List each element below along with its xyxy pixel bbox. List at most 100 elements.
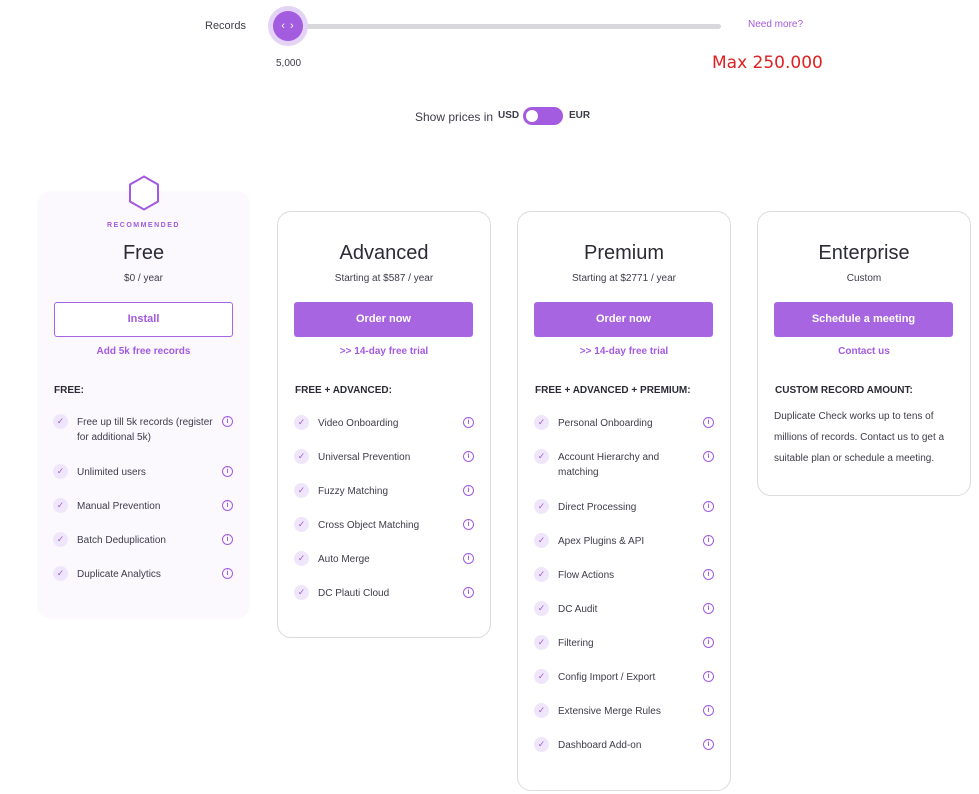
feature-label: Personal Onboarding (558, 418, 653, 429)
feature-item: ✓ Filtering i (534, 635, 714, 669)
feature-label: Dashboard Add-on (558, 740, 642, 751)
feature-item: ✓ Dashboard Add-on i (534, 737, 714, 771)
toggle-knob (526, 110, 538, 122)
plan-price: $0 / year (124, 273, 163, 284)
feature-item: ✓ Universal Prevention i (294, 449, 474, 483)
feature-item: ✓ Duplicate Analytics i (53, 566, 233, 600)
feature-label: Account Hierarchy and matching (558, 452, 660, 478)
info-icon[interactable]: i (703, 417, 714, 428)
info-icon[interactable]: i (703, 535, 714, 546)
info-icon[interactable]: i (703, 637, 714, 648)
info-icon[interactable]: i (463, 417, 474, 428)
enterprise-description: Duplicate Check works up to tens of mill… (774, 411, 945, 464)
contact-us-link[interactable]: Contact us (758, 346, 970, 357)
info-icon[interactable]: i (703, 501, 714, 512)
info-icon[interactable]: i (463, 485, 474, 496)
features-heading: FREE + ADVANCED: (295, 385, 392, 396)
install-button[interactable]: Install (54, 302, 233, 337)
hexagon-icon (129, 175, 159, 211)
feature-label: Apex Plugins & API (558, 536, 645, 547)
plan-card-free: Free $0 / year Install Add 5k free recor… (37, 191, 250, 619)
feature-item: ✓ Auto Merge i (294, 551, 474, 585)
feature-list: ✓ Video Onboarding i ✓ Universal Prevent… (294, 415, 474, 619)
info-icon[interactable]: i (222, 466, 233, 477)
check-icon: ✓ (534, 567, 549, 582)
feature-item: ✓ Account Hierarchy and matching i (534, 449, 714, 499)
feature-label: Free up till 5k records (register for ad… (77, 417, 213, 443)
feature-label: Cross Object Matching (318, 520, 420, 531)
need-more-link[interactable]: Need more? (748, 19, 803, 30)
currency-toggle[interactable] (523, 107, 563, 125)
feature-label: Duplicate Analytics (77, 569, 161, 580)
info-icon[interactable]: i (703, 739, 714, 750)
feature-item: ✓ Apex Plugins & API i (534, 533, 714, 567)
check-icon: ✓ (53, 532, 68, 547)
info-icon[interactable]: i (463, 553, 474, 564)
info-icon[interactable]: i (703, 671, 714, 682)
info-icon[interactable]: i (463, 451, 474, 462)
feature-label: DC Audit (558, 604, 598, 615)
check-icon: ✓ (53, 464, 68, 479)
records-slider-thumb[interactable]: ‹ › (273, 11, 303, 41)
info-icon[interactable]: i (463, 587, 474, 598)
info-icon[interactable]: i (463, 519, 474, 530)
info-icon[interactable]: i (222, 534, 233, 545)
plan-card-enterprise: Enterprise Custom Schedule a meeting Con… (757, 211, 971, 496)
check-icon: ✓ (294, 483, 309, 498)
info-icon[interactable]: i (703, 451, 714, 462)
info-icon[interactable]: i (703, 705, 714, 716)
feature-list: ✓ Personal Onboarding i ✓ Account Hierar… (534, 415, 714, 771)
plan-title: Enterprise (818, 242, 910, 264)
plan-title: Premium (583, 242, 664, 264)
check-icon: ✓ (294, 449, 309, 464)
check-icon: ✓ (534, 499, 549, 514)
feature-item: ✓ Config Import / Export i (534, 669, 714, 703)
feature-item: ✓ Flow Actions i (534, 567, 714, 601)
records-slider-track[interactable] (290, 24, 721, 29)
eur-label[interactable]: EUR (569, 110, 590, 121)
schedule-meeting-button[interactable]: Schedule a meeting (774, 302, 953, 337)
usd-label[interactable]: USD (498, 110, 519, 121)
plan-card-advanced: Advanced Starting at $587 / year Order n… (277, 211, 491, 638)
free-trial-link[interactable]: >> 14-day free trial (278, 346, 490, 357)
check-icon: ✓ (534, 449, 549, 464)
info-icon[interactable]: i (703, 569, 714, 580)
feature-item: ✓ Personal Onboarding i (534, 415, 714, 449)
check-icon: ✓ (53, 414, 68, 429)
check-icon: ✓ (534, 415, 549, 430)
check-icon: ✓ (53, 566, 68, 581)
feature-list: ✓ Free up till 5k records (register for … (53, 414, 233, 600)
plan-price: Starting at $2771 / year (572, 273, 676, 284)
feature-item: ✓ Manual Prevention i (53, 498, 233, 532)
free-trial-link[interactable]: >> 14-day free trial (518, 346, 730, 357)
plan-price: Starting at $587 / year (334, 273, 434, 284)
check-icon: ✓ (53, 498, 68, 513)
check-icon: ✓ (534, 737, 549, 752)
plan-card-premium: Premium Starting at $2771 / year Order n… (517, 211, 731, 791)
check-icon: ✓ (294, 415, 309, 430)
feature-item: ✓ Batch Deduplication i (53, 532, 233, 566)
info-icon[interactable]: i (222, 416, 233, 427)
feature-label: DC Plauti Cloud (318, 588, 390, 599)
feature-item: ✓ DC Plauti Cloud i (294, 585, 474, 619)
feature-item: ✓ Fuzzy Matching i (294, 483, 474, 517)
records-value: 5,000 (276, 58, 302, 69)
plan-price: Custom (846, 273, 882, 284)
feature-label: Video Onboarding (318, 418, 399, 429)
feature-item: ✓ Free up till 5k records (register for … (53, 414, 233, 464)
info-icon[interactable]: i (703, 603, 714, 614)
feature-label: Extensive Merge Rules (558, 706, 661, 717)
add-free-records-link[interactable]: Add 5k free records (37, 346, 250, 357)
info-icon[interactable]: i (222, 568, 233, 579)
order-now-button[interactable]: Order now (294, 302, 473, 337)
feature-item: ✓ DC Audit i (534, 601, 714, 635)
feature-label: Unlimited users (77, 467, 146, 478)
check-icon: ✓ (534, 635, 549, 650)
check-icon: ✓ (534, 669, 549, 684)
order-now-button[interactable]: Order now (534, 302, 713, 337)
check-icon: ✓ (294, 551, 309, 566)
feature-label: Universal Prevention (318, 452, 411, 463)
check-icon: ✓ (534, 601, 549, 616)
info-icon[interactable]: i (222, 500, 233, 511)
feature-label: Filtering (558, 638, 594, 649)
